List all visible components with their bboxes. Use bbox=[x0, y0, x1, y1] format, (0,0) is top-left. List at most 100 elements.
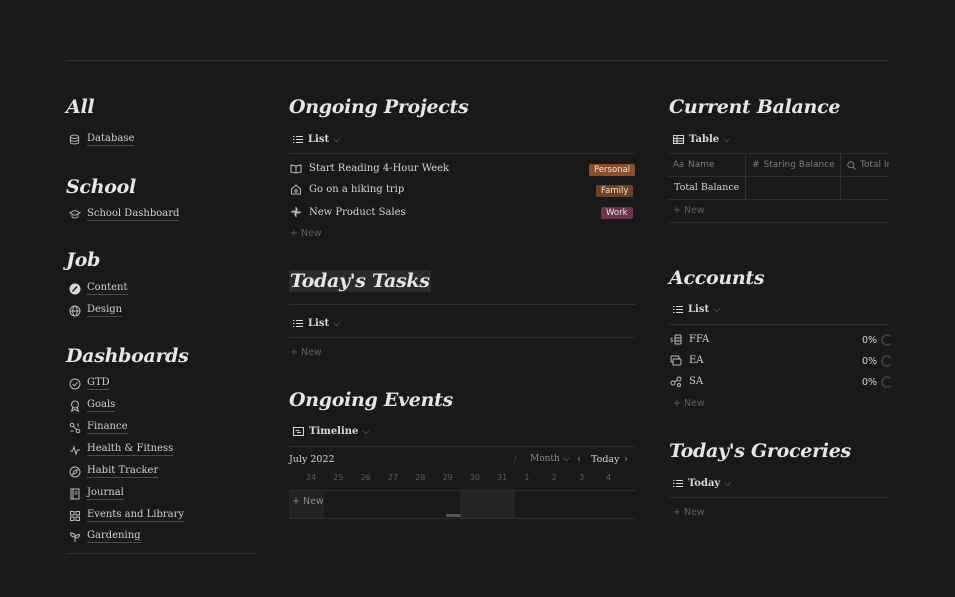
column-header-total-in-clip: Total In bbox=[841, 154, 889, 176]
tag-family: Family bbox=[596, 185, 634, 197]
table-cell-name: Total Balance bbox=[674, 182, 740, 193]
search-icon bbox=[847, 160, 856, 170]
list-item[interactable]: Go on a hiking trip bbox=[290, 184, 404, 195]
timeline-weekend-shade bbox=[460, 491, 515, 518]
list-icon bbox=[673, 305, 683, 314]
column-header-staring-balance[interactable]: # Staring Balance bbox=[752, 160, 835, 170]
nav-item-label: Gardening bbox=[87, 530, 141, 543]
nav-item-label: Design bbox=[87, 304, 123, 317]
list-item-label: Go on a hiking trip bbox=[309, 184, 405, 195]
school-heading: School bbox=[66, 176, 136, 198]
nav-item-label: Events and Library bbox=[87, 509, 185, 522]
list-icon bbox=[293, 135, 303, 144]
finance-icon bbox=[68, 421, 81, 434]
nav-item-content[interactable]: Content bbox=[68, 282, 128, 295]
view-label: Timeline bbox=[309, 426, 359, 437]
list-item[interactable]: SA bbox=[670, 376, 703, 387]
column-header-label: Name bbox=[688, 160, 715, 170]
timeline-day-label: 27 bbox=[387, 473, 399, 482]
left-bottom-divider bbox=[66, 553, 256, 554]
todays-tasks-view-button[interactable]: List ⌵ bbox=[293, 318, 340, 329]
nav-item-journal[interactable]: Journal bbox=[68, 487, 124, 500]
timeline-day-label: 26 bbox=[360, 473, 371, 482]
list-item-label: EA bbox=[689, 355, 704, 366]
book-icon bbox=[290, 163, 303, 174]
database-icon bbox=[68, 133, 81, 146]
timeline-scroll-indicator: / bbox=[514, 455, 517, 464]
nav-item-finance[interactable]: Finance bbox=[68, 421, 128, 434]
progress-ring-icon bbox=[881, 334, 893, 346]
home-icon bbox=[290, 184, 303, 195]
view-label: List bbox=[308, 318, 330, 329]
svg-text:$: $ bbox=[670, 337, 674, 344]
nav-item-health-fitness[interactable]: Health & Fitness bbox=[68, 443, 174, 456]
timeline-day-label: 25 bbox=[333, 473, 344, 482]
timeline-day-label: 1 bbox=[524, 473, 530, 482]
list-item[interactable]: EA bbox=[670, 355, 704, 366]
ongoing-projects-divider bbox=[289, 153, 636, 154]
list-item-label: SA bbox=[689, 376, 704, 387]
nav-item-database[interactable]: Database bbox=[68, 133, 135, 146]
job-heading: Job bbox=[66, 249, 101, 271]
groceries-divider bbox=[669, 497, 889, 498]
progress-ring-icon bbox=[881, 376, 893, 388]
journal-icon bbox=[68, 487, 81, 500]
ongoing-events-heading: Ongoing Events bbox=[289, 389, 453, 411]
ongoing-events-view-button[interactable]: Timeline ⌵ bbox=[293, 426, 369, 437]
nav-item-habit-tracker[interactable]: Habit Tracker bbox=[68, 465, 159, 478]
timeline-day-label: 3 bbox=[579, 473, 585, 482]
timeline-new-button[interactable]: + New bbox=[292, 496, 324, 507]
column-header-total-in[interactable]: Total In bbox=[847, 160, 889, 170]
timeline-range-select[interactable]: Month ⌵ bbox=[530, 454, 570, 464]
timeline-day-label: 29 bbox=[442, 473, 453, 482]
nav-item-label: Health & Fitness bbox=[87, 443, 174, 456]
timeline-bottom-divider bbox=[289, 518, 636, 519]
list-item[interactable]: New Product Sales bbox=[290, 206, 406, 218]
nav-item-gtd[interactable]: GTD bbox=[68, 377, 110, 390]
column-header-label: Total In bbox=[860, 160, 889, 170]
new-item-button[interactable]: + New bbox=[673, 205, 705, 216]
ongoing-projects-heading: Ongoing Projects bbox=[289, 96, 469, 118]
chevron-down-icon: ⌵ bbox=[713, 304, 720, 315]
ongoing-projects-view-button[interactable]: List ⌵ bbox=[293, 134, 340, 145]
timeline-next-button[interactable]: › bbox=[624, 454, 628, 465]
list-item[interactable]: $ FFA bbox=[670, 334, 709, 345]
table-bottom-divider bbox=[669, 222, 889, 223]
timeline-month-label: July 2022 bbox=[289, 454, 335, 465]
todays-tasks-divider bbox=[289, 337, 636, 338]
accounts-view-button[interactable]: List ⌵ bbox=[673, 304, 720, 315]
list-item-label: FFA bbox=[689, 334, 710, 345]
progress-percent: 0% bbox=[862, 356, 878, 367]
nav-item-events-library[interactable]: Events and Library bbox=[68, 509, 185, 522]
column-header-name[interactable]: Aa Name bbox=[673, 160, 715, 170]
view-label: Table bbox=[689, 134, 720, 145]
money-icon: $ bbox=[670, 334, 683, 345]
todays-groceries-view-button[interactable]: Today ⌵ bbox=[673, 478, 731, 489]
nav-item-goals[interactable]: Goals bbox=[68, 399, 116, 412]
current-balance-view-button[interactable]: Table ⌵ bbox=[673, 134, 730, 145]
timeline-scrollbar[interactable] bbox=[446, 514, 461, 517]
new-item-button[interactable]: + New bbox=[290, 347, 322, 358]
table-icon bbox=[673, 135, 684, 144]
compass-icon bbox=[68, 465, 81, 478]
nav-item-gardening[interactable]: Gardening bbox=[68, 530, 141, 543]
progress-percent: 0% bbox=[862, 377, 878, 388]
table-row[interactable]: Total Balance bbox=[674, 182, 739, 193]
list-item[interactable]: Start Reading 4-Hour Week bbox=[290, 163, 449, 174]
new-item-button[interactable]: + New bbox=[673, 507, 705, 518]
timeline-day-label: 30 bbox=[469, 473, 480, 482]
nav-item-school-dashboard[interactable]: School Dashboard bbox=[68, 208, 180, 221]
link-icon bbox=[670, 376, 683, 387]
nav-item-design[interactable]: Design bbox=[68, 304, 123, 317]
new-item-button[interactable]: + New bbox=[673, 398, 705, 409]
nav-item-label: Database bbox=[87, 133, 135, 146]
view-label: List bbox=[688, 304, 710, 315]
todays-tasks-divider-top bbox=[289, 304, 636, 305]
timeline-today-button[interactable]: Today bbox=[591, 454, 619, 465]
new-item-button[interactable]: + New bbox=[290, 228, 322, 239]
accounts-heading: Accounts bbox=[669, 267, 765, 289]
list-item-label: New Product Sales bbox=[309, 206, 406, 218]
top-divider bbox=[66, 60, 889, 61]
chevron-down-icon: ⌵ bbox=[723, 134, 730, 145]
timeline-prev-button[interactable]: ‹ bbox=[577, 454, 581, 465]
